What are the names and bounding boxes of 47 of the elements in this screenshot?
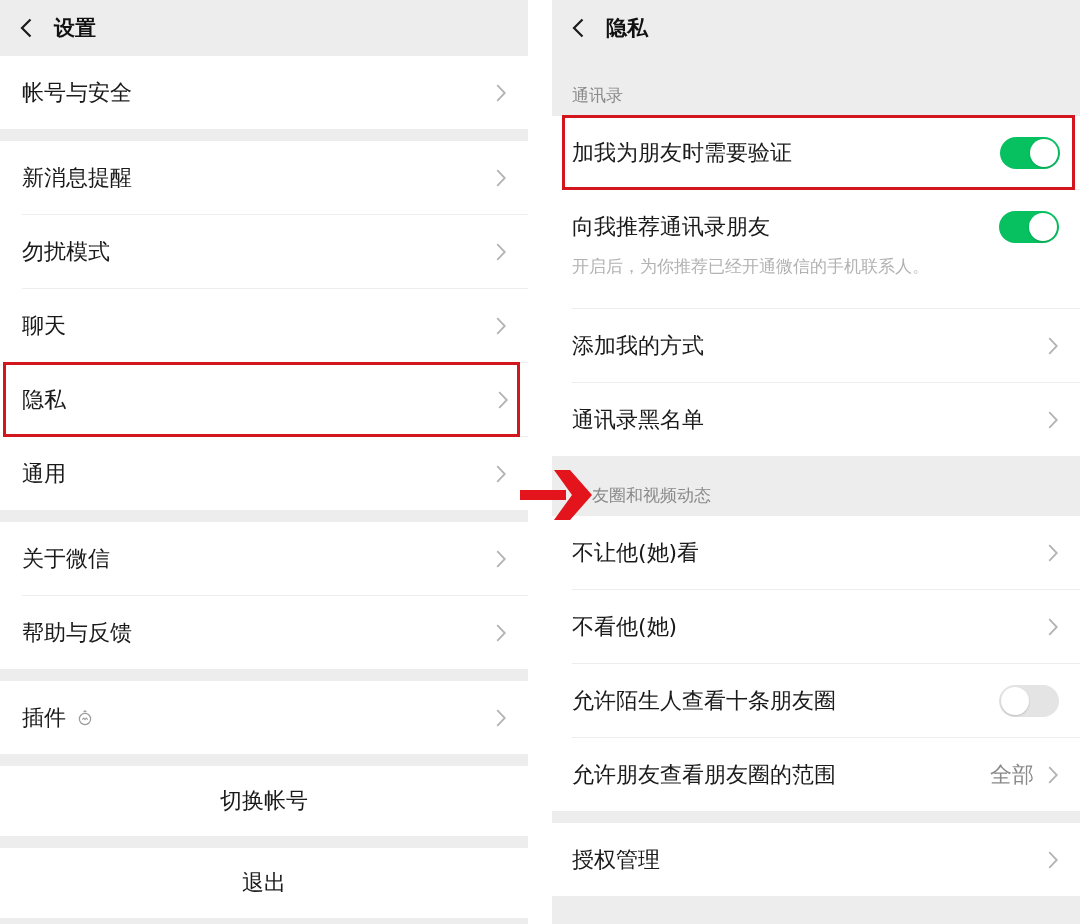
chevron-right-icon (496, 168, 506, 187)
chevron-right-icon (496, 623, 506, 642)
chevron-right-icon (1048, 850, 1058, 869)
settings-item[interactable]: 添加我的方式 (552, 309, 1080, 382)
screen-title: 设置 (54, 15, 96, 42)
toggle-switch[interactable] (999, 684, 1059, 717)
circle-badge-icon (78, 709, 92, 726)
back-icon[interactable] (20, 18, 32, 38)
settings-item[interactable]: 聊天 (0, 289, 528, 362)
setting-label: 允许陌生人查看十条朋友圈 (572, 686, 836, 715)
chevron-right-icon (1048, 336, 1058, 355)
settings-item[interactable]: 通用 (0, 437, 528, 510)
section-header: 友圈和视频动态 (592, 483, 711, 507)
chevron-right-icon (1048, 617, 1058, 636)
action-button[interactable]: 退出 (0, 848, 528, 918)
chevron-right-icon (1048, 410, 1058, 429)
section-header: 通讯录 (572, 83, 623, 107)
settings-item[interactable]: 帐号与安全 (0, 56, 528, 129)
settings-item[interactable]: 不让他(她)看 (552, 516, 1080, 589)
settings-item[interactable]: 隐私 (6, 365, 517, 434)
chevron-right-icon (496, 549, 506, 568)
settings-item[interactable]: 通讯录黑名单 (552, 383, 1080, 456)
chevron-right-icon (496, 83, 506, 102)
settings-item[interactable]: 勿扰模式 (0, 215, 528, 288)
setting-description: 开启后，为你推荐已经开通微信的手机联系人。 (571, 255, 930, 278)
chevron-right-icon (496, 464, 506, 483)
setting-value: 全部 (990, 760, 1034, 789)
toggle-switch[interactable] (999, 210, 1059, 243)
setting-label: 加我为朋友时需要验证 (572, 138, 792, 167)
settings-item[interactable]: 新消息提醒 (0, 141, 528, 214)
chevron-right-icon (498, 390, 508, 409)
toggle-switch[interactable] (1000, 136, 1060, 169)
settings-item[interactable]: 授权管理 (552, 823, 1080, 896)
action-button[interactable]: 切换帐号 (0, 766, 528, 836)
setting-label: 向我推荐通讯录朋友 (572, 212, 770, 241)
chevron-right-icon (496, 708, 506, 727)
chevron-right-icon (1048, 543, 1058, 562)
chevron-right-icon (496, 316, 506, 335)
chevron-right-icon (496, 242, 506, 261)
chevron-right-icon (1048, 765, 1058, 784)
settings-item[interactable]: 不看他(她) (552, 590, 1080, 663)
settings-item[interactable]: 允许朋友查看朋友圈的范围 全部 (552, 738, 1080, 811)
settings-item[interactable]: 帮助与反馈 (0, 596, 528, 669)
screen-title: 隐私 (606, 15, 648, 42)
settings-item[interactable]: 关于微信 (0, 522, 528, 595)
settings-item[interactable]: 插件 (0, 681, 528, 754)
back-icon[interactable] (572, 18, 584, 38)
